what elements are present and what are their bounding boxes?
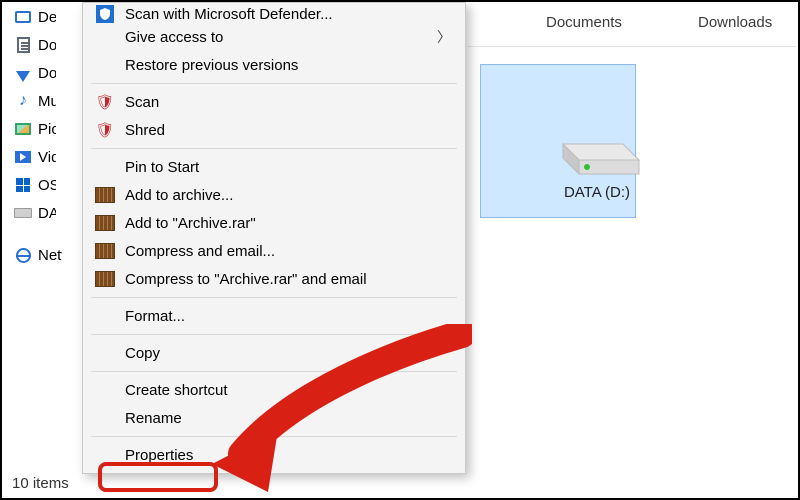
menu-separator (91, 83, 457, 84)
hard-drive-icon (551, 120, 643, 176)
winrar-icon (95, 269, 115, 289)
sidebar-item-desktop[interactable]: Desktop (14, 8, 62, 26)
mcafee-icon: 🛡 (95, 92, 115, 112)
picture-icon (14, 120, 32, 138)
menu-item-pin-start[interactable]: Pin to Start (83, 153, 465, 181)
menu-item-format[interactable]: Format... (83, 302, 465, 330)
winrar-icon (95, 213, 115, 233)
menu-item-add-archive[interactable]: Add to archive... (83, 181, 465, 209)
drive-label: DATA (D:) (542, 184, 652, 201)
sidebar-item-downloads[interactable]: Downloads (14, 64, 62, 82)
sidebar-item-documents[interactable]: Documents (14, 36, 62, 54)
menu-item-copy[interactable]: Copy (83, 339, 465, 367)
menu-item-restore-previous[interactable]: Restore previous versions (83, 51, 465, 79)
sidebar-item-os-drive[interactable]: OS (C:) (14, 176, 62, 194)
winrar-icon (95, 185, 115, 205)
sidebar-item-videos[interactable]: Videos (14, 148, 62, 166)
document-icon (14, 36, 32, 54)
winrar-icon (95, 241, 115, 261)
network-icon (14, 246, 32, 264)
menu-separator (91, 371, 457, 372)
defender-icon (95, 5, 115, 23)
menu-separator (91, 334, 457, 335)
menu-item-add-archive-rar[interactable]: Add to "Archive.rar" (83, 209, 465, 237)
navigation-sidebar: Desktop Documents Downloads ♪Music Pictu… (14, 8, 62, 264)
sidebar-item-data-drive[interactable]: DATA (D:) (14, 204, 62, 222)
sidebar-item-network[interactable]: Network (14, 246, 62, 264)
header-tab-documents[interactable]: Documents (546, 14, 622, 31)
music-icon: ♪ (14, 92, 32, 110)
sidebar-item-music[interactable]: ♪Music (14, 92, 62, 110)
video-icon (14, 148, 32, 166)
menu-item-mcafee-scan[interactable]: 🛡Scan (83, 88, 465, 116)
context-menu: Scan with Microsoft Defender... Give acc… (82, 2, 466, 474)
menu-separator (91, 297, 457, 298)
menu-item-compress-rar-email[interactable]: Compress to "Archive.rar" and email (83, 265, 465, 293)
menu-item-compress-email[interactable]: Compress and email... (83, 237, 465, 265)
menu-item-create-shortcut[interactable]: Create shortcut (83, 376, 465, 404)
header-separator (468, 46, 796, 47)
menu-item-rename[interactable]: Rename (83, 404, 465, 432)
chevron-right-icon: 〉 (437, 27, 451, 47)
header-tab-downloads[interactable]: Downloads (698, 14, 772, 31)
sidebar-item-pictures[interactable]: Pictures (14, 120, 62, 138)
menu-separator (91, 148, 457, 149)
monitor-icon (14, 8, 32, 26)
os-drive-icon (14, 176, 32, 194)
mcafee-icon: 🛡 (95, 120, 115, 140)
menu-item-properties[interactable]: Properties (83, 441, 465, 469)
menu-item-mcafee-shred[interactable]: 🛡Shred (83, 116, 465, 144)
menu-separator (91, 436, 457, 437)
drive-item-data[interactable]: DATA (D:) (542, 120, 652, 201)
status-bar-count: 10 items (12, 475, 69, 492)
menu-item-defender-scan[interactable]: Scan with Microsoft Defender... (83, 5, 465, 23)
drive-icon (14, 204, 32, 222)
download-icon (14, 64, 32, 82)
menu-item-give-access[interactable]: Give access to 〉 (83, 23, 465, 51)
